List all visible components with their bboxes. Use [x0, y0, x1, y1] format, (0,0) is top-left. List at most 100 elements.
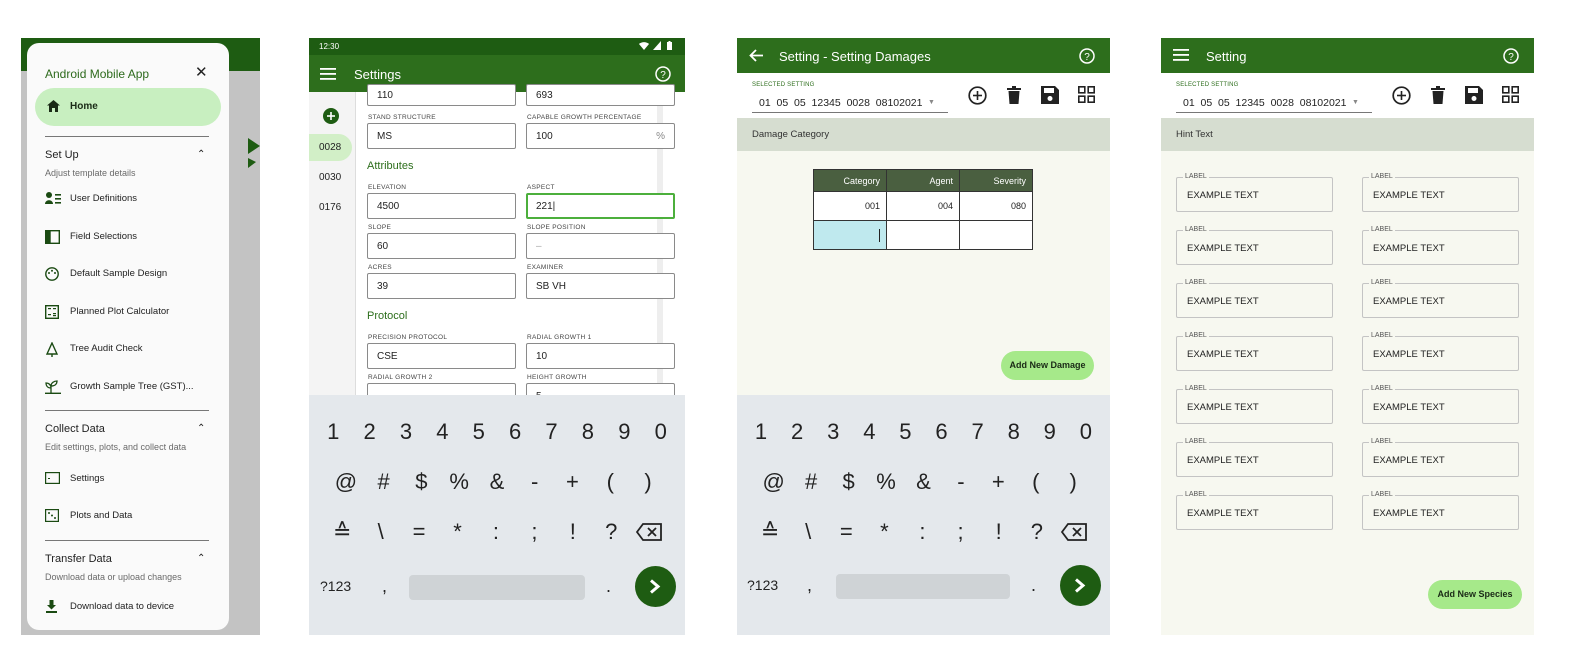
example-text-field[interactable]: LABEL EXAMPLE TEXT [1362, 438, 1519, 477]
key[interactable]: = [405, 519, 433, 545]
next-key[interactable] [1060, 565, 1101, 606]
key[interactable]: 9 [1036, 419, 1064, 445]
example-text-field[interactable]: LABEL EXAMPLE TEXT [1362, 279, 1519, 318]
key[interactable]: ; [520, 519, 548, 545]
key[interactable]: 8 [574, 419, 602, 445]
save-icon[interactable] [1465, 86, 1483, 104]
nav-item-user-definitions[interactable]: User Definitions [45, 191, 215, 207]
key[interactable]: 2 [783, 419, 811, 445]
plot-item[interactable]: 0030 [319, 172, 341, 183]
example-text-field[interactable]: LABEL EXAMPLE TEXT [1362, 385, 1519, 424]
next-key[interactable] [635, 566, 676, 607]
space-key[interactable] [409, 575, 585, 600]
add-circle-icon[interactable] [1392, 86, 1411, 105]
nav-item-settings[interactable]: Settings [45, 471, 215, 487]
key[interactable]: ( [1022, 469, 1050, 495]
key[interactable]: 8 [1000, 419, 1028, 445]
key[interactable]: * [870, 519, 898, 545]
chevron-up-icon[interactable]: ⌃ [197, 149, 205, 160]
key[interactable]: 0 [647, 419, 675, 445]
key[interactable]: : [908, 519, 936, 545]
field-partial[interactable]: 110 [367, 84, 516, 106]
example-text-field[interactable]: LABEL EXAMPLE TEXT [1176, 491, 1333, 530]
key[interactable]: ? [1023, 519, 1051, 545]
add-new-species-button[interactable]: Add New Species [1428, 580, 1522, 609]
help-icon[interactable]: ? [1079, 48, 1095, 64]
add-circle-icon[interactable] [968, 86, 987, 105]
chevron-up-icon[interactable]: ⌃ [197, 423, 205, 434]
key[interactable]: @ [760, 469, 788, 495]
example-text-field[interactable]: LABEL EXAMPLE TEXT [1176, 332, 1333, 371]
period-key[interactable]: . [606, 576, 611, 597]
key[interactable]: \ [367, 519, 395, 545]
add-new-damage-button[interactable]: Add New Damage [1001, 351, 1094, 380]
table-cell[interactable] [959, 220, 1033, 250]
help-icon[interactable]: ? [1503, 48, 1519, 64]
delete-icon[interactable] [1431, 86, 1445, 104]
capable-growth-field[interactable]: 100% [526, 123, 675, 149]
precision-protocol-field[interactable]: CSE [367, 343, 516, 369]
plot-item[interactable]: 0176 [319, 202, 341, 213]
selected-setting-dropdown[interactable]: SELECTED SETTING 01 05 05 12345 0028 081… [752, 80, 948, 113]
plot-item[interactable]: 0028 [319, 142, 341, 153]
key[interactable]: 6 [928, 419, 956, 445]
key[interactable]: ) [1059, 469, 1087, 495]
key[interactable]: 2 [356, 419, 384, 445]
shift-key[interactable]: ≙ [756, 519, 784, 545]
slope-position-field[interactable]: – [526, 233, 675, 259]
key[interactable]: $ [835, 469, 863, 495]
backspace-icon[interactable] [1060, 523, 1087, 541]
backspace-icon[interactable] [635, 523, 662, 541]
grid-icon[interactable] [1078, 86, 1095, 103]
comma-key[interactable]: , [807, 575, 812, 596]
key[interactable]: % [872, 469, 900, 495]
key[interactable]: : [482, 519, 510, 545]
nav-item-field-selections[interactable]: Field Selections [45, 229, 215, 245]
nav-item-default-sample-design[interactable]: Default Sample Design [45, 266, 215, 282]
selected-setting-dropdown[interactable]: SELECTED SETTING 01 05 05 12345 0028 081… [1176, 80, 1372, 113]
key[interactable]: # [797, 469, 825, 495]
key[interactable]: \ [794, 519, 822, 545]
example-text-field[interactable]: LABEL EXAMPLE TEXT [1362, 491, 1519, 530]
example-text-field[interactable]: LABEL EXAMPLE TEXT [1176, 385, 1333, 424]
comma-key[interactable]: , [382, 576, 387, 597]
examiner-field[interactable]: SB VH [526, 273, 675, 299]
key[interactable]: % [445, 469, 473, 495]
elevation-field[interactable]: 4500 [367, 193, 516, 219]
key[interactable]: + [558, 469, 586, 495]
key[interactable]: 7 [964, 419, 992, 445]
field-partial[interactable]: 693 [526, 84, 675, 106]
help-icon[interactable]: ? [655, 66, 671, 82]
acres-field[interactable]: 39 [367, 273, 516, 299]
example-text-field[interactable]: LABEL EXAMPLE TEXT [1362, 226, 1519, 265]
mode-key[interactable]: ?123 [320, 578, 351, 594]
key[interactable]: ) [634, 469, 662, 495]
key[interactable]: & [483, 469, 511, 495]
space-key[interactable] [836, 574, 1010, 599]
table-cell[interactable]: 001 [813, 191, 887, 221]
key[interactable]: 3 [819, 419, 847, 445]
key[interactable]: ; [947, 519, 975, 545]
nav-item-planned-plot-calculator[interactable]: Planned Plot Calculator [45, 304, 215, 320]
period-key[interactable]: . [1031, 575, 1036, 596]
key[interactable]: 5 [465, 419, 493, 445]
key[interactable]: & [909, 469, 937, 495]
mode-key[interactable]: ?123 [747, 577, 778, 593]
example-text-field[interactable]: LABEL EXAMPLE TEXT [1176, 438, 1333, 477]
key[interactable]: @ [332, 469, 360, 495]
table-cell[interactable] [886, 220, 960, 250]
example-text-field[interactable]: LABEL EXAMPLE TEXT [1176, 279, 1333, 318]
grid-icon[interactable] [1502, 86, 1519, 103]
key[interactable]: 4 [428, 419, 456, 445]
example-text-field[interactable]: LABEL EXAMPLE TEXT [1362, 332, 1519, 371]
example-text-field[interactable]: LABEL EXAMPLE TEXT [1176, 226, 1333, 265]
example-text-field[interactable]: LABEL EXAMPLE TEXT [1176, 173, 1333, 212]
key[interactable]: - [521, 469, 549, 495]
key[interactable]: - [947, 469, 975, 495]
close-icon[interactable]: ✕ [195, 65, 208, 80]
key[interactable]: = [832, 519, 860, 545]
back-arrow-icon[interactable] [749, 49, 763, 62]
key[interactable]: $ [407, 469, 435, 495]
radial-growth-1-field[interactable]: 10 [526, 343, 675, 369]
key[interactable]: ! [985, 519, 1013, 545]
